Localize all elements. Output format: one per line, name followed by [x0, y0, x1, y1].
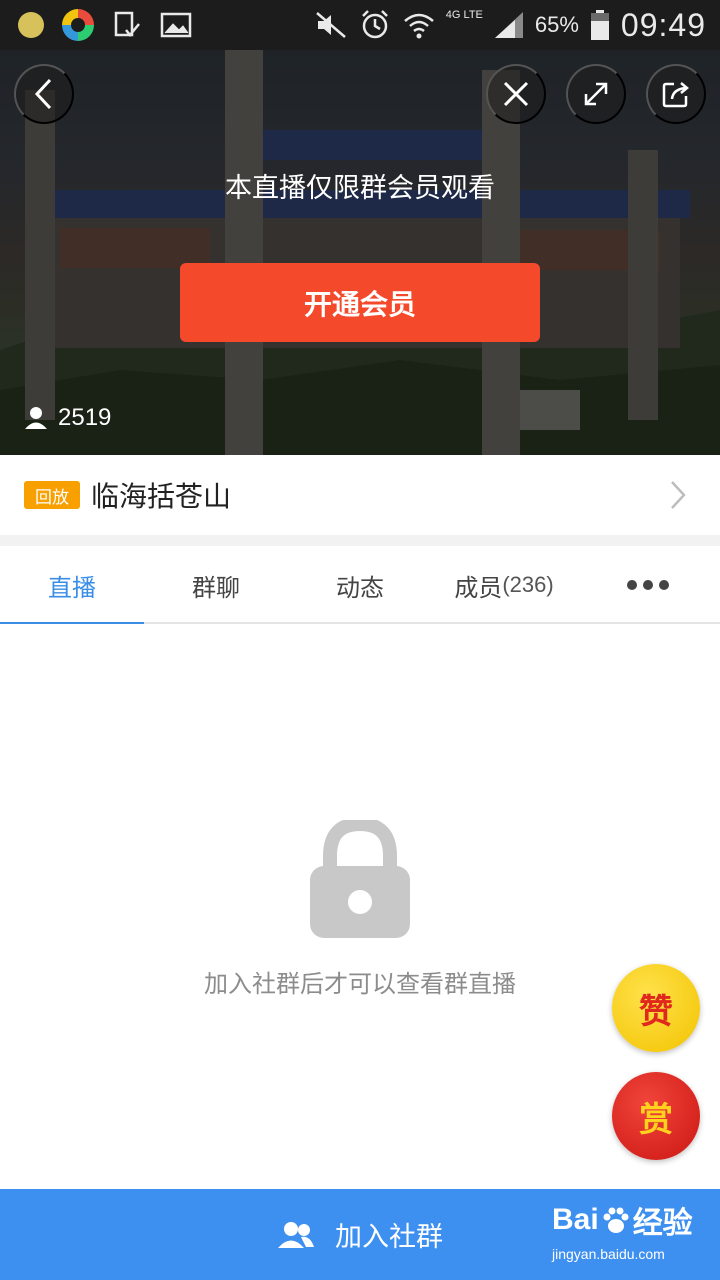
tab-live[interactable]: 直播: [0, 546, 144, 624]
title-detail-chevron[interactable]: [660, 477, 696, 513]
join-community-label: 加入社群: [335, 1222, 443, 1252]
chevron-left-icon: [34, 78, 52, 110]
battery-percent: 65%: [534, 12, 579, 37]
image-icon: [160, 12, 192, 38]
tab-bar: 直播 群聊 动态 成员 (236): [0, 546, 720, 624]
like-button[interactable]: 赞: [612, 964, 700, 1052]
watermark-logo: Bai 经验: [552, 1198, 712, 1242]
active-tab-indicator: [0, 622, 144, 624]
app-notification-icon: [62, 9, 94, 41]
baidu-jingyan-watermark: Bai 经验 jingyan.baidu.com: [552, 1198, 712, 1268]
section-divider: [0, 535, 720, 546]
tab-label: 群聊: [192, 573, 240, 602]
paw-icon: [603, 1207, 629, 1233]
watermark-url: jingyan.baidu.com: [552, 1246, 665, 1262]
reward-button[interactable]: 赏: [612, 1072, 700, 1160]
open-membership-button[interactable]: 开通会员: [180, 263, 540, 342]
tab-group-chat[interactable]: 群聊: [144, 546, 288, 624]
notification-icons: [18, 8, 192, 42]
battery-icon: [590, 10, 609, 40]
members-count: (236): [502, 572, 554, 597]
wifi-icon: [403, 13, 434, 39]
close-button[interactable]: [486, 64, 546, 124]
join-to-view-message: 加入社群后才可以查看群直播: [204, 970, 516, 998]
clock: 09:49: [620, 6, 706, 43]
tab-feed[interactable]: 动态: [288, 546, 432, 624]
live-title-row[interactable]: 回放 临海括苍山: [0, 455, 720, 535]
user-icon: [25, 407, 47, 429]
fullscreen-button[interactable]: [566, 64, 626, 124]
network-type: 4G LTE: [445, 9, 483, 21]
tab-label: 动态: [336, 573, 384, 602]
status-bar: 4G LTE 65% 09:49: [0, 0, 720, 50]
tab-label: 直播: [48, 573, 96, 602]
watermark-brand-right: 经验: [632, 1207, 693, 1240]
live-title: 临海括苍山: [91, 480, 232, 513]
viewer-count: 2519: [24, 400, 111, 436]
tab-label: 成员: [454, 573, 503, 602]
notification-dot-icon: [18, 12, 44, 38]
screen: 4G LTE 65% 09:49 本直播仅限群会员观看 开通会员 2519 回放…: [0, 0, 720, 1280]
mute-icon: [315, 12, 346, 38]
members-only-notice: 本直播仅限群会员观看: [225, 173, 495, 204]
clipboard-check-icon: [114, 11, 140, 37]
viewer-count-value: 2519: [58, 404, 112, 431]
watermark-brand-left: Bai: [552, 1203, 599, 1236]
replay-badge: 回放: [24, 481, 80, 509]
chevron-right-icon: [671, 481, 686, 509]
close-icon: [503, 81, 529, 107]
more-dots-icon: [627, 580, 669, 590]
tab-more[interactable]: [576, 546, 720, 624]
tab-members[interactable]: 成员 (236): [432, 546, 576, 624]
share-button[interactable]: [646, 64, 706, 124]
alarm-icon: [361, 10, 388, 39]
system-status: 4G LTE 65% 09:49: [314, 6, 706, 44]
lock-icon: [308, 816, 412, 940]
live-video-area: 本直播仅限群会员观看 开通会员 2519: [0, 50, 720, 455]
signal-icon: [494, 12, 523, 38]
share-icon: [662, 82, 689, 108]
expand-icon: [584, 82, 608, 106]
group-users-icon: [278, 1221, 314, 1248]
back-button[interactable]: [14, 64, 74, 124]
